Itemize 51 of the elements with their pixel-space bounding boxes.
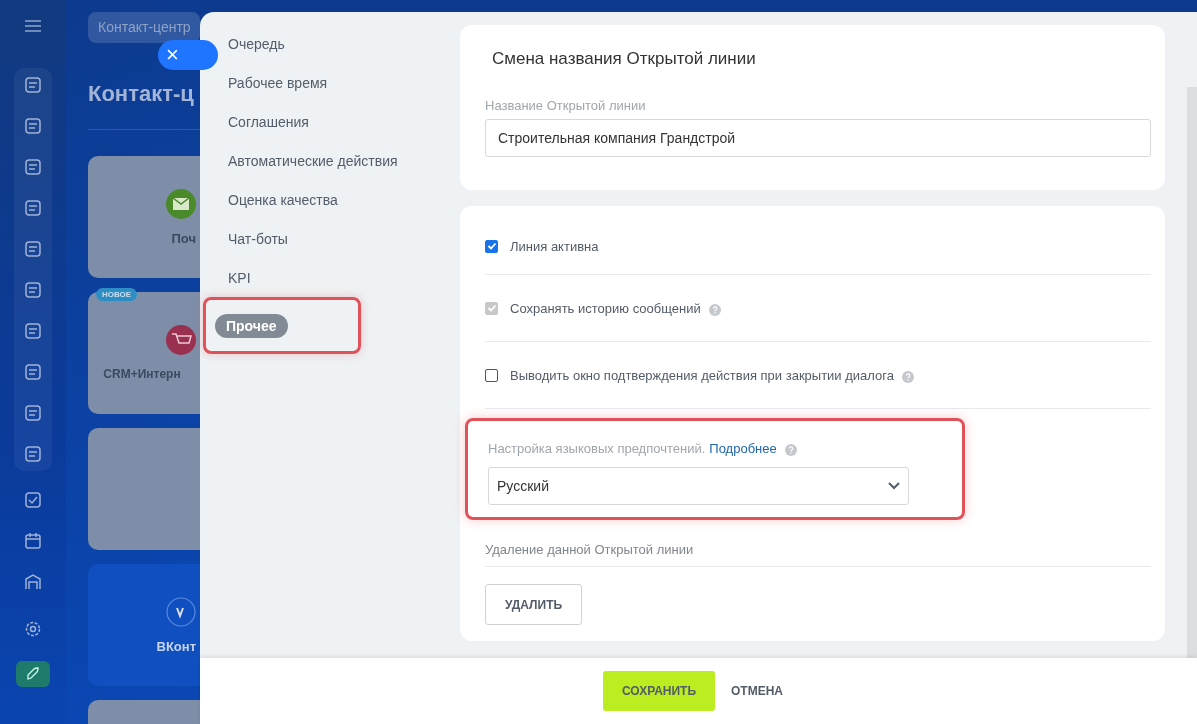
channel-tile[interactable]: ВКонт xyxy=(88,564,200,686)
tile-label: Поч xyxy=(171,230,196,246)
tile-label: ВКонт xyxy=(156,638,196,654)
cancel-button[interactable]: ОТМЕНА xyxy=(721,684,793,698)
nav-item[interactable]: KPI xyxy=(228,266,251,305)
nav-item[interactable]: Чат-боты xyxy=(228,227,288,266)
page-title: Контакт-ц xyxy=(88,81,195,107)
chevron-down-icon xyxy=(888,482,900,490)
field-label: Название Открытой линии xyxy=(485,98,647,113)
cart-icon xyxy=(166,325,196,355)
sidebar-icon[interactable] xyxy=(24,363,42,381)
nav-item[interactable]: Автоматические действия xyxy=(228,149,398,188)
close-button[interactable]: × xyxy=(158,40,218,70)
nav-item[interactable]: Соглашения xyxy=(228,110,309,149)
tile-label: CRM+Интерн xyxy=(103,367,181,381)
task-icon[interactable] xyxy=(24,491,42,509)
nav-item[interactable]: Рабочее время xyxy=(228,71,328,110)
sidebar-icon[interactable] xyxy=(24,445,42,463)
garage-icon[interactable] xyxy=(24,573,42,591)
envelope-icon xyxy=(166,188,196,219)
sidebar-icon[interactable] xyxy=(24,158,42,176)
more-link[interactable]: Подробнее xyxy=(709,441,777,456)
checkbox[interactable] xyxy=(485,368,498,382)
channel-tile[interactable] xyxy=(88,428,200,550)
field-label: Настройка языковых предпочтений. xyxy=(488,441,706,456)
delete-button[interactable]: УДАЛИТЬ xyxy=(485,584,582,625)
language-select[interactable]: Русский xyxy=(488,467,909,505)
vk-icon xyxy=(166,596,196,627)
sidebar-icon[interactable] xyxy=(24,76,42,94)
section-label: Удаление данной Открытой линии xyxy=(485,542,1151,567)
sidebar-icon[interactable] xyxy=(24,199,42,217)
sidebar-icon[interactable] xyxy=(24,240,42,258)
name-input-field[interactable]: Строительная компания Грандстрой xyxy=(485,119,1151,157)
checkbox[interactable] xyxy=(485,239,498,253)
sidebar-icon[interactable] xyxy=(24,322,42,340)
sidebar-icon[interactable] xyxy=(24,117,42,135)
nav-item[interactable]: Прочее xyxy=(215,313,288,338)
checkbox-label: Сохранять историю сообщений xyxy=(510,300,701,316)
checkbox-label: Выводить окно подтверждения действия при закрытии диалога xyxy=(510,367,894,383)
settings-icon[interactable] xyxy=(24,620,42,638)
new-badge: НОВОЕ xyxy=(96,288,138,301)
checkbox-label: Линия активна xyxy=(510,238,599,254)
save-button[interactable]: СОХРАНИТЬ xyxy=(603,671,715,711)
scrollbar[interactable] xyxy=(1187,87,1197,658)
nav-item[interactable]: Оценка качества xyxy=(228,188,338,227)
calendar-icon[interactable] xyxy=(24,532,42,550)
section-title: Смена названия Открытой линии xyxy=(492,49,757,69)
sidebar-icon[interactable] xyxy=(24,281,42,299)
menu-icon[interactable] xyxy=(25,20,41,32)
nav-item[interactable]: Очередь xyxy=(228,32,285,71)
sidebar-icon[interactable] xyxy=(24,404,42,422)
